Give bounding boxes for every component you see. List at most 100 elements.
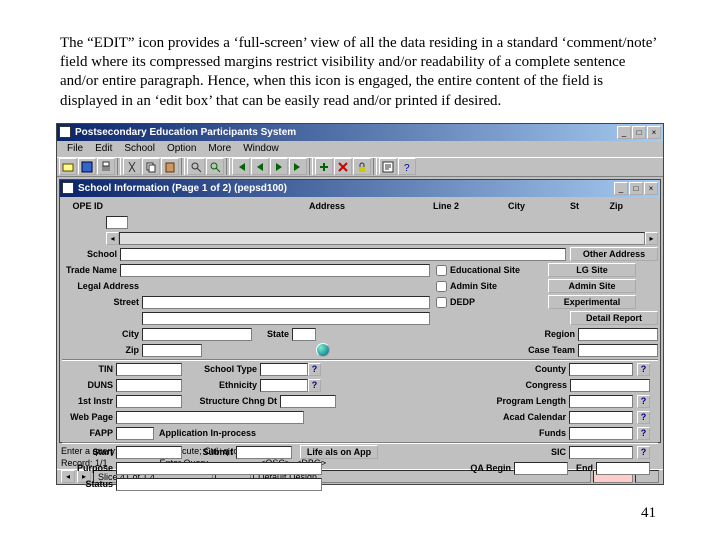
scrollbar-track[interactable] [119, 232, 645, 245]
tool-first-icon[interactable] [232, 158, 250, 175]
scroll-right-button[interactable]: ▸ [645, 232, 658, 245]
checkbox-educational-site[interactable]: Educational Site [436, 265, 548, 276]
duns-field[interactable] [116, 379, 182, 392]
label-region: Region [528, 329, 578, 339]
program-length-field[interactable] [569, 395, 633, 408]
structure-chng-field[interactable] [280, 395, 336, 408]
region-field[interactable] [578, 328, 658, 341]
help-sic[interactable]: ? [637, 446, 650, 459]
tool-prev-icon[interactable] [251, 158, 269, 175]
ethnicity-field[interactable] [260, 379, 308, 392]
state-field[interactable] [292, 328, 316, 341]
experimental-button[interactable]: Experimental [548, 295, 636, 309]
outer-titlebar: Postsecondary Education Participants Sys… [57, 124, 663, 141]
tool-delete-icon[interactable] [334, 158, 352, 175]
tool-print-icon[interactable] [97, 158, 115, 175]
label-structure-chng: Structure Chng Dt [182, 396, 280, 406]
detail-report-button[interactable]: Detail Report [570, 311, 658, 325]
trade-name-field[interactable] [120, 264, 430, 277]
admin-site-button[interactable]: Admin Site [548, 279, 636, 293]
other-address-button[interactable]: Other Address [570, 247, 658, 261]
label-sic: SIC [539, 447, 569, 457]
school-type-field[interactable] [260, 363, 308, 376]
menu-window[interactable]: Window [237, 143, 285, 154]
school-field[interactable] [120, 248, 566, 261]
first-instr-field[interactable] [116, 395, 182, 408]
end-field[interactable] [596, 462, 650, 475]
form-area: OPE ID Address Line 2 City St Zip ◂ [60, 197, 660, 442]
tool-paste-icon[interactable] [161, 158, 179, 175]
scroll-left-button[interactable]: ◂ [106, 232, 119, 245]
help-county[interactable]: ? [637, 363, 650, 376]
life-also-app-button[interactable]: Life als on App [300, 445, 378, 459]
ope-id-field[interactable] [106, 216, 128, 229]
street-field[interactable] [142, 296, 430, 309]
maximize-button[interactable]: □ [632, 126, 646, 139]
help-school-type[interactable]: ? [308, 363, 321, 376]
web-page-field[interactable] [116, 411, 304, 424]
help-ethnicity[interactable]: ? [308, 379, 321, 392]
city-field[interactable] [142, 328, 252, 341]
tool-cut-icon[interactable] [123, 158, 141, 175]
purpose-field[interactable] [116, 462, 322, 475]
label-first-instr: 1st Instr [62, 396, 116, 406]
sic-field[interactable] [569, 446, 633, 459]
case-team-field[interactable] [578, 344, 658, 357]
form-icon [62, 182, 74, 194]
help-acad-calendar[interactable]: ? [637, 411, 650, 424]
tool-lock-icon[interactable] [353, 158, 371, 175]
inner-minimize-button[interactable]: _ [614, 182, 628, 195]
menu-edit[interactable]: Edit [89, 143, 118, 154]
funds-field[interactable] [569, 427, 633, 440]
street2-field[interactable] [142, 312, 430, 325]
tool-insert-icon[interactable] [315, 158, 333, 175]
checkbox-dedp[interactable]: DEDP [436, 297, 548, 308]
checkbox-admin-site[interactable]: Admin Site [436, 281, 548, 292]
fapp-field[interactable] [116, 427, 154, 440]
tin-field[interactable] [116, 363, 182, 376]
close-button[interactable]: × [647, 126, 661, 139]
help-funds[interactable]: ? [637, 427, 650, 440]
congress-field[interactable] [570, 379, 650, 392]
tool-find-icon[interactable] [187, 158, 205, 175]
acad-calendar-field[interactable] [569, 411, 633, 424]
help-program-length[interactable]: ? [637, 395, 650, 408]
inner-maximize-button[interactable]: □ [629, 182, 643, 195]
label-case-team: Case Team [518, 345, 578, 355]
tool-last-icon[interactable] [289, 158, 307, 175]
label-fapp: FAPP [62, 428, 116, 438]
menubar: File Edit School Option More Window [57, 141, 663, 157]
app-title: Postsecondary Education Participants Sys… [75, 127, 617, 138]
menu-school[interactable]: School [118, 143, 161, 154]
label-state: State [252, 329, 292, 339]
status-field[interactable] [116, 478, 322, 491]
tool-save-icon[interactable] [78, 158, 96, 175]
tool-help-icon[interactable]: ? [398, 158, 416, 175]
label-ethnicity: Ethnicity [182, 380, 260, 390]
checkbox-label: DEDP [450, 297, 475, 307]
label-street: Street [62, 297, 142, 307]
tool-open-icon[interactable] [59, 158, 77, 175]
label-start: Start [62, 447, 116, 457]
menu-option[interactable]: Option [161, 143, 202, 154]
tool-query-icon[interactable] [206, 158, 224, 175]
start-field[interactable] [116, 446, 182, 459]
label-zip2: Zip [62, 345, 142, 355]
label-duns: DUNS [62, 380, 116, 390]
qa-begin-field[interactable] [514, 462, 568, 475]
minimize-button[interactable]: _ [617, 126, 631, 139]
lg-site-button[interactable]: LG Site [548, 263, 636, 277]
county-field[interactable] [569, 363, 633, 376]
toolbar: ? [57, 157, 663, 177]
zip-field[interactable] [142, 344, 202, 357]
tool-copy-icon[interactable] [142, 158, 160, 175]
label-st: St [564, 201, 582, 211]
tool-edit-icon[interactable] [379, 158, 397, 175]
menu-more[interactable]: More [202, 143, 237, 154]
globe-icon[interactable] [316, 343, 330, 357]
label-submit: Submit [182, 447, 236, 457]
inner-close-button[interactable]: × [644, 182, 658, 195]
menu-file[interactable]: File [61, 143, 89, 154]
tool-next-icon[interactable] [270, 158, 288, 175]
submit-field[interactable] [236, 446, 292, 459]
